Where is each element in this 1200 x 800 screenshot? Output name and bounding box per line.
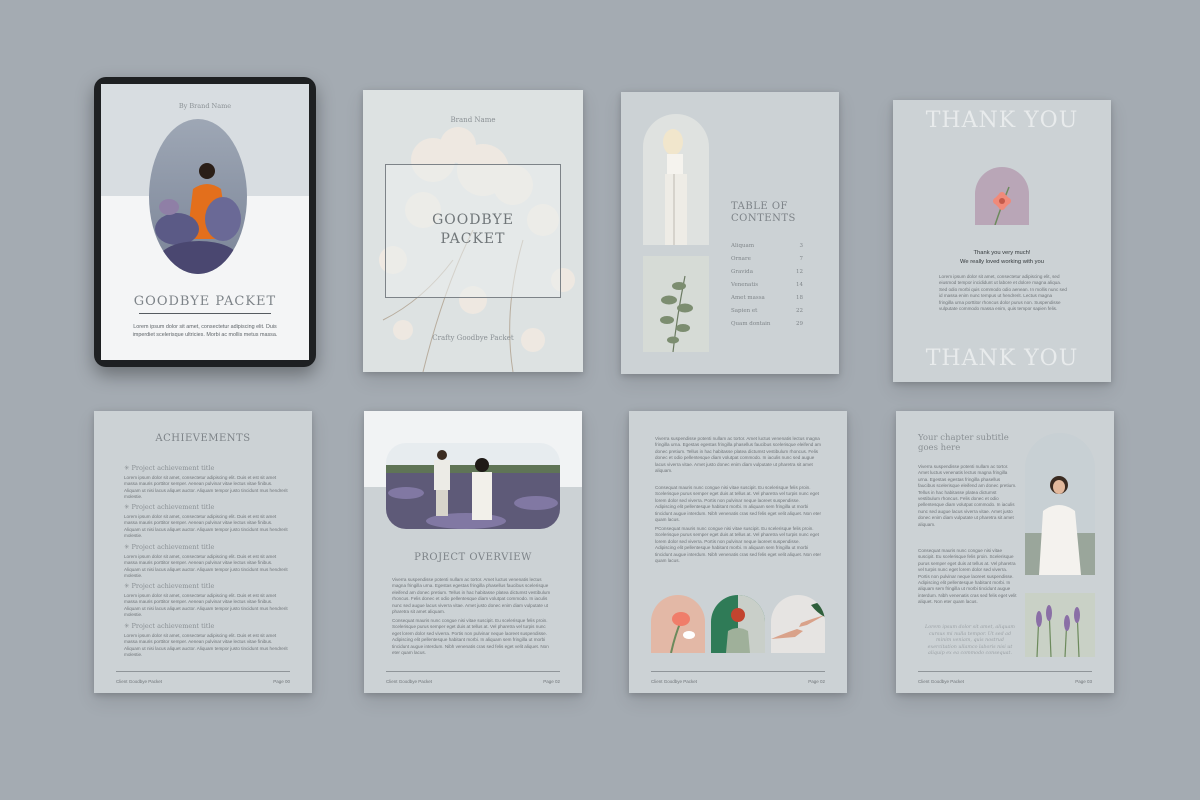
footer-page-number: Page 02 (543, 679, 560, 684)
footer-rule (116, 671, 290, 672)
chapter-portrait-photo (1025, 433, 1095, 575)
toc-item[interactable]: Quam dontain 29 (731, 321, 803, 327)
achievement-item-title: ✳ Project achievement title (124, 503, 215, 511)
achievement-item-body: Lorem ipsum dolor sit amet, consectetur … (124, 514, 288, 539)
tablet-body: Lorem ipsum dolor sit amet, consectetur … (132, 324, 278, 338)
footer-page-number: Page 00 (273, 679, 290, 684)
footer-page-number: Page 02 (808, 679, 825, 684)
chapter-title-line2: goes here (918, 443, 961, 453)
chapter-title-line1: Your chapter subtitle (918, 433, 1009, 443)
achievement-item-title: ✳ Project achievement title (124, 543, 215, 551)
cover-page: Brand Name GOODBYE PACKET Crafty Goodbye… (363, 90, 583, 372)
overview-para1: Viverra suspendisse potenti nullam ac to… (392, 577, 551, 615)
footer-rule (386, 671, 560, 672)
chapter-quote: Lorem ipsum dolor sit amet, aliquam curs… (925, 625, 1015, 657)
text-page-para3: PConsequat mauris nunc congue nisi vitae… (655, 526, 821, 564)
achievement-item-body: Lorem ipsum dolor sit amet, consectetur … (124, 633, 288, 658)
footer-left: Client Goodbye Packet (116, 679, 163, 684)
tablet-portrait-photo (149, 119, 247, 274)
toc-eucalyptus-photo (643, 256, 709, 352)
chapter-para2: Consequat mauris nunc congue nisi vitae … (918, 548, 1017, 605)
toc-item[interactable]: Aliquam 3 (731, 243, 803, 249)
chapter-page: Your chapter subtitle goes here Viverra … (896, 411, 1114, 693)
thank-you-top: THANK YOU (925, 108, 1079, 133)
toc-item[interactable]: Sapien et 22 (731, 308, 803, 314)
overview-title: PROJECT OVERVIEW (414, 552, 532, 563)
lavender-photo (1025, 593, 1095, 657)
thank-you-line1: Thank you very much! (973, 250, 1031, 256)
toc-item[interactable]: Amet massa 18 (731, 295, 803, 301)
woman-green-photo (711, 595, 765, 653)
text-page-para2: Consequat mauris nunc congue nisi vitae … (655, 485, 821, 523)
achievement-item-title: ✳ Project achievement title (124, 464, 215, 472)
cover-title-line1: GOODBYE (432, 212, 514, 228)
tablet-brand: By Brand Name (178, 102, 232, 110)
achievement-item-title: ✳ Project achievement title (124, 622, 215, 630)
footer-rule (651, 671, 825, 672)
achievement-item-title: ✳ Project achievement title (124, 582, 215, 590)
thank-you-body: Lorem ipsum dolor sit amet, consectetur … (939, 274, 1067, 312)
hands-photo (771, 595, 825, 653)
footer-left: Client Goodbye Packet (918, 679, 965, 684)
toc-title-line2: CONTENTS (731, 213, 796, 224)
footer-page-number: Page 03 (1075, 679, 1092, 684)
chapter-para1: Viverra suspendisse potenti nullam ac to… (918, 464, 1017, 527)
footer-left: Client Goodbye Packet (386, 679, 433, 684)
toc-page: TABLE OF CONTENTS Aliquam 3 Ornare 7 Gravi… (621, 92, 839, 374)
tulip-photo (651, 595, 705, 653)
overview-para2: Consequat mauris nunc congue nisi vitae … (392, 618, 549, 656)
tablet-mockup: By Brand Name GOODBYE PACKET Lorem ipsum… (94, 77, 316, 367)
project-overview-page: PROJECT OVERVIEW Viverra suspendisse pot… (364, 411, 582, 693)
toc-item[interactable]: Venenatis 14 (731, 282, 803, 288)
achievement-item-body: Lorem ipsum dolor sit amet, consectetur … (124, 593, 288, 618)
overview-field-photo (386, 443, 560, 529)
cover-title-line2: PACKET (440, 231, 506, 247)
text-page-para1: Viverra suspendisse potenti nullam ac to… (655, 436, 821, 474)
thank-you-flower-photo (975, 167, 1029, 225)
achievements-title: ACHIEVEMENTS (155, 433, 251, 444)
toc-title-line1: TABLE OF (731, 201, 788, 212)
toc-item[interactable]: Gravida 12 (731, 269, 803, 275)
achievement-item-body: Lorem ipsum dolor sit amet, consectetur … (124, 475, 288, 500)
toc-list: Aliquam 3 Ornare 7 Gravida 12 Venenatis 14 A… (731, 240, 803, 335)
tablet-title: GOODBYE PACKET (133, 294, 277, 309)
thank-you-page: THANK YOU Thank you very much! We really… (893, 100, 1111, 382)
footer-rule (918, 671, 1092, 672)
text-photos-page: Viverra suspendisse potenti nullam ac to… (629, 411, 847, 693)
thank-you-line2: We really loved working with you (960, 259, 1044, 265)
cover-footer: Crafty Goodbye Packet (432, 334, 514, 342)
footer-left: Client Goodbye Packet (651, 679, 698, 684)
tablet-screen: By Brand Name GOODBYE PACKET Lorem ipsum… (101, 84, 309, 360)
cover-brand: Brand Name (450, 116, 496, 124)
toc-item[interactable]: Ornare 7 (731, 256, 803, 262)
toc-arch-photo (643, 114, 709, 245)
tablet-divider (139, 313, 271, 314)
thank-you-bottom: THANK YOU (925, 346, 1079, 371)
achievements-page: ACHIEVEMENTS ✳ Project achievement title… (94, 411, 312, 693)
achievement-item-body: Lorem ipsum dolor sit amet, consectetur … (124, 554, 288, 579)
